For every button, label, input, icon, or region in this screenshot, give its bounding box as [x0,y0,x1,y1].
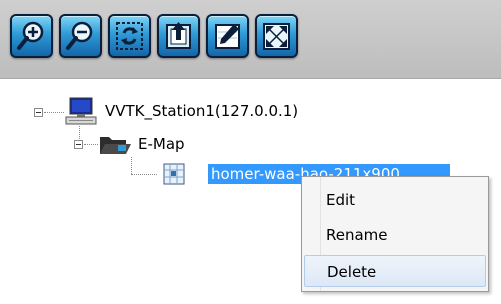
zoom-out-button[interactable] [59,14,102,58]
fit-screen-button[interactable] [255,14,298,58]
edit-icon [215,24,240,49]
tree-line [131,157,132,174]
collapse-emap-toggle[interactable] [74,140,83,149]
edit-map-button[interactable] [206,14,249,58]
refresh-button[interactable] [108,14,151,58]
zoom-out-icon [66,21,93,50]
tree-line [44,112,64,113]
tree-line [84,144,98,145]
zoom-in-button[interactable] [10,14,53,58]
folder-open-icon [100,137,131,154]
toolbar [0,0,501,79]
fullscreen-icon [263,23,290,50]
computer-icon [65,97,97,125]
station-label[interactable]: VVTK_Station1(127.0.0.1) [105,102,298,120]
tree-line [131,174,157,175]
menu-item-edit[interactable]: Edit [304,184,486,216]
map-icon [163,163,185,185]
zoom-in-icon [17,21,44,50]
refresh-icon [116,22,143,50]
emap-label[interactable]: E-Map [138,135,185,153]
context-menu: Edit Rename Delete [301,176,489,292]
upload-map-button[interactable] [157,14,200,58]
menu-item-delete[interactable]: Delete [304,255,486,287]
tree-line [79,126,80,141]
upload-icon [166,22,191,49]
collapse-station-toggle[interactable] [34,108,43,117]
menu-item-rename[interactable]: Rename [304,219,486,251]
